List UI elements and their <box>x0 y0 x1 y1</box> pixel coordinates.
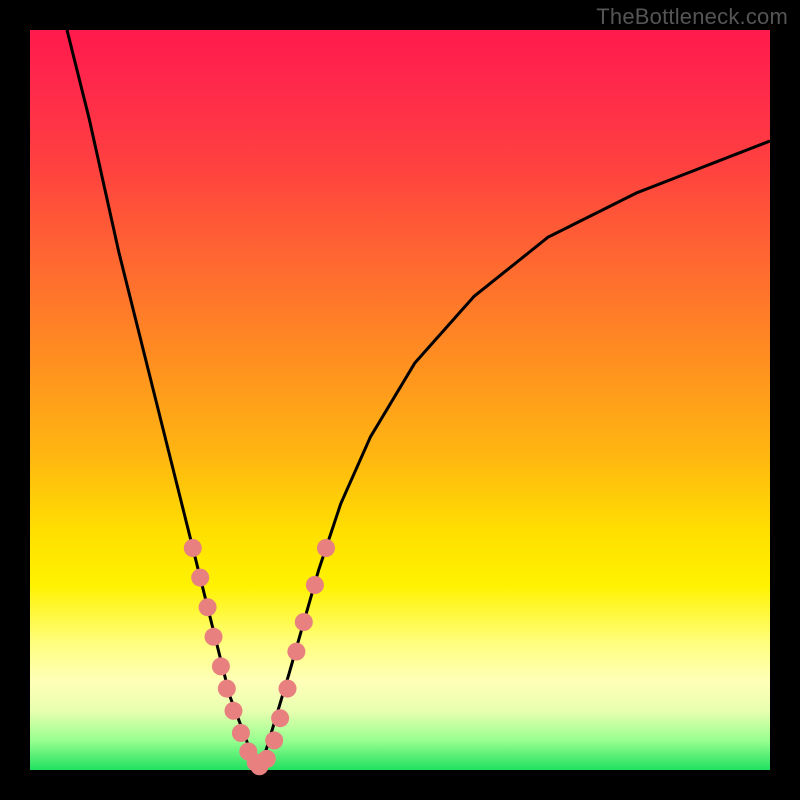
data-point <box>258 750 276 768</box>
data-point <box>218 680 236 698</box>
curve-left-curve <box>67 30 259 770</box>
data-point <box>279 680 297 698</box>
watermark-text: TheBottleneck.com <box>596 4 788 30</box>
plot-area <box>30 30 770 770</box>
chart-svg <box>30 30 770 770</box>
data-point <box>295 613 313 631</box>
data-point <box>265 731 283 749</box>
data-point <box>317 539 335 557</box>
data-point <box>271 709 289 727</box>
curve-right-curve <box>259 141 770 770</box>
data-point <box>212 657 230 675</box>
data-point <box>205 628 223 646</box>
chart-frame: TheBottleneck.com <box>0 0 800 800</box>
curve-layer <box>67 30 770 770</box>
data-point <box>225 702 243 720</box>
data-point <box>191 569 209 587</box>
data-point <box>184 539 202 557</box>
scatter-layer <box>184 539 335 775</box>
data-point <box>232 724 250 742</box>
data-point <box>287 643 305 661</box>
data-point <box>199 598 217 616</box>
data-point <box>306 576 324 594</box>
